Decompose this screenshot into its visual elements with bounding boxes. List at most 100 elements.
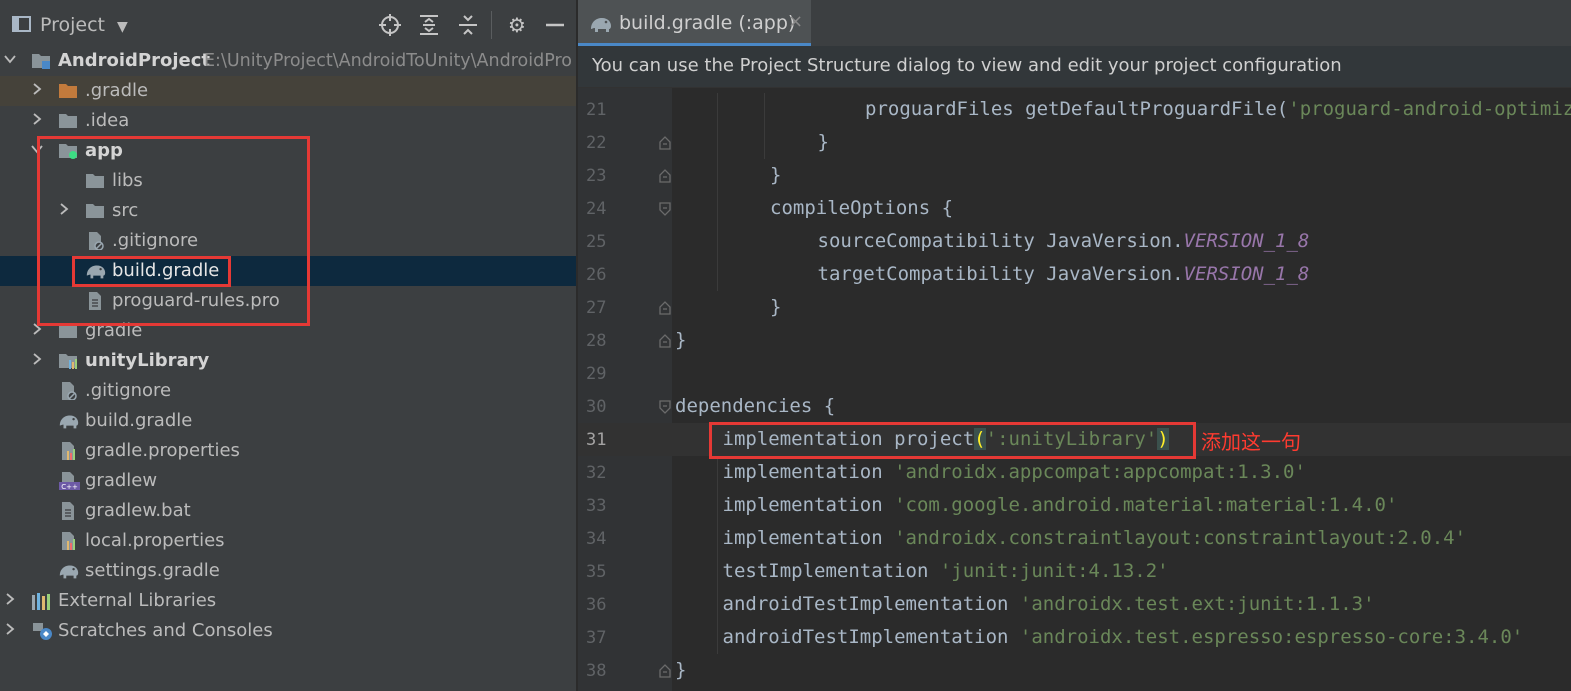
chevron-down-icon[interactable] (31, 143, 43, 154)
fold-marker-icon[interactable] (658, 135, 672, 150)
code-token: sourceCompatibility JavaVersion. (817, 230, 1184, 252)
collapse-all-icon[interactable] (456, 13, 480, 37)
code-line[interactable]: 30 dependencies { (578, 390, 1571, 423)
code-line[interactable]: 21 proguardFiles getDefaultProguardFile('… (578, 93, 1571, 126)
tree-row-proguard-rules-pro[interactable]: proguard-rules.pro (0, 286, 576, 316)
code-line[interactable]: 25 sourceCompatibility JavaVersion.VERSIO… (578, 225, 1571, 258)
ignored-file-icon (58, 382, 78, 401)
tree-row-unitylibrary[interactable]: unityLibrary (0, 346, 576, 376)
project-view-selector[interactable]: Project (40, 14, 105, 36)
project-view-icon (12, 16, 31, 32)
tree-row-gradle[interactable]: .gradle (0, 76, 576, 106)
tree-row-external-libraries[interactable]: External Libraries (0, 586, 576, 616)
tree-row-gradlew-bat[interactable]: gradlew.bat (0, 496, 576, 526)
code-line[interactable]: 23} (578, 159, 1571, 192)
editor-tab-build-gradle[interactable]: build.gradle (:app) × (578, 0, 811, 46)
fold-marker-icon[interactable] (658, 663, 672, 678)
code-line[interactable]: 32 implementation 'androidx.appcompat:app… (578, 456, 1571, 489)
line-number: 27 (586, 298, 607, 318)
tree-row-settings-gradle[interactable]: settings.gradle (0, 556, 576, 586)
gear-icon[interactable]: ⚙ (505, 13, 529, 37)
line-number: 23 (586, 166, 607, 186)
code-line[interactable]: 36 androidTestImplementation 'androidx.te… (578, 588, 1571, 621)
chevron-right-icon[interactable] (31, 323, 42, 335)
tree-row-local-properties[interactable]: local.properties (0, 526, 576, 556)
tree-item-label: unityLibrary (85, 350, 210, 371)
notification-banner: You can use the Project Structure dialog… (578, 46, 1571, 88)
code-text: proguardFiles getDefaultProguardFile('pr… (865, 98, 1571, 120)
tree-row-scratches-and-consoles[interactable]: Scratches and Consoles (0, 616, 576, 646)
chevron-right-icon[interactable] (4, 593, 15, 605)
code-line[interactable]: 22} (578, 126, 1571, 159)
tree-row-gradle[interactable]: gradle (0, 316, 576, 346)
chevron-right-icon[interactable] (31, 83, 42, 95)
chevron-down-icon[interactable] (4, 53, 16, 64)
code-line[interactable]: 24 compileOptions { (578, 192, 1571, 225)
tree-item-label: AndroidProject (58, 50, 211, 71)
code-line[interactable]: 38} (578, 654, 1571, 687)
chevron-right-icon[interactable] (58, 203, 69, 215)
code-token: } (770, 164, 782, 186)
tree-row-gradle-properties[interactable]: gradle.properties (0, 436, 576, 466)
code-token: VERSION_1_8 (1183, 263, 1310, 285)
code-line[interactable]: 27} (578, 291, 1571, 324)
code-line[interactable]: 37 androidTestImplementation 'androidx.te… (578, 621, 1571, 654)
tree-row-gitignore[interactable]: .gitignore (0, 376, 576, 406)
tree-row-androidproject[interactable]: AndroidProject E:\UnityProject\AndroidToU… (0, 46, 576, 76)
gradle-elephant-icon (589, 15, 613, 37)
chevron-right-icon[interactable] (31, 113, 42, 125)
code-line[interactable]: 28} (578, 324, 1571, 357)
code-token: } (770, 296, 782, 318)
line-number: 21 (586, 100, 607, 120)
fold-marker-icon[interactable] (658, 168, 672, 183)
code-token: } (675, 659, 687, 681)
folder-icon (58, 322, 78, 340)
fold-marker-icon[interactable] (658, 333, 672, 348)
project-tool-window: Project ▼ ⚙ AndroidProject E:\UnityProjec… (0, 0, 576, 691)
line-number: 26 (586, 265, 607, 285)
locate-icon[interactable] (378, 13, 402, 37)
chevron-right-icon[interactable] (31, 353, 42, 365)
minimize-icon[interactable] (543, 13, 567, 37)
code-line[interactable]: 29 (578, 357, 1571, 390)
code-line[interactable]: 35 testImplementation 'junit:junit:4.13.2… (578, 555, 1571, 588)
code-line[interactable]: 33 implementation 'com.google.android.mat… (578, 489, 1571, 522)
fold-marker-icon[interactable] (658, 300, 672, 315)
code-area[interactable]: 21 proguardFiles getDefaultProguardFile('… (578, 88, 1571, 691)
tree-row-build-gradle[interactable]: build.gradle (0, 256, 576, 286)
android-module-icon (58, 142, 78, 160)
tree-item-label: settings.gradle (85, 560, 220, 581)
code-line[interactable]: 34 implementation 'androidx.constraintlay… (578, 522, 1571, 555)
close-icon[interactable]: × (788, 11, 803, 32)
code-text: androidTestImplementation 'androidx.test… (723, 593, 1375, 615)
fold-marker-icon[interactable] (658, 399, 672, 414)
fold-marker-icon[interactable] (658, 201, 672, 216)
chevron-down-icon[interactable]: ▼ (117, 19, 128, 35)
code-token: 'androidx.test.ext:junit:1.1.3' (1019, 593, 1375, 615)
tree-row-libs[interactable]: libs (0, 166, 576, 196)
line-number: 35 (586, 562, 607, 582)
tree-row-src[interactable]: src (0, 196, 576, 226)
line-number: 28 (586, 331, 607, 351)
tree-row-gitignore[interactable]: .gitignore (0, 226, 576, 256)
code-line[interactable]: 26 targetCompatibility JavaVersion.VERSIO… (578, 258, 1571, 291)
chevron-right-icon[interactable] (4, 623, 15, 635)
code-token: } (675, 329, 687, 351)
code-token: implementation (722, 494, 895, 516)
tree-row-gradlew[interactable]: C++ gradlew (0, 466, 576, 496)
tree-row-idea[interactable]: .idea (0, 106, 576, 136)
tree-item-label: app (85, 140, 123, 161)
project-path: E:\UnityProject\AndroidToUnity\AndroidPr… (204, 51, 572, 71)
expand-all-icon[interactable] (417, 13, 441, 37)
scratches-icon (31, 622, 52, 640)
code-token: 'androidx.appcompat:appcompat:1.3.0' (894, 461, 1306, 483)
tree-item-label: .gradle (85, 80, 149, 101)
indent-guide (716, 456, 718, 654)
tree-row-build-gradle[interactable]: build.gradle (0, 406, 576, 436)
code-token: VERSION_1_8 (1183, 230, 1310, 252)
tree-row-app[interactable]: app (0, 136, 576, 166)
properties-file-icon (58, 532, 78, 550)
code-token: proguardFiles getDefaultProguardFile( (865, 98, 1289, 120)
svg-text:C++: C++ (61, 483, 78, 490)
tree-item-label: gradle.properties (85, 440, 240, 461)
